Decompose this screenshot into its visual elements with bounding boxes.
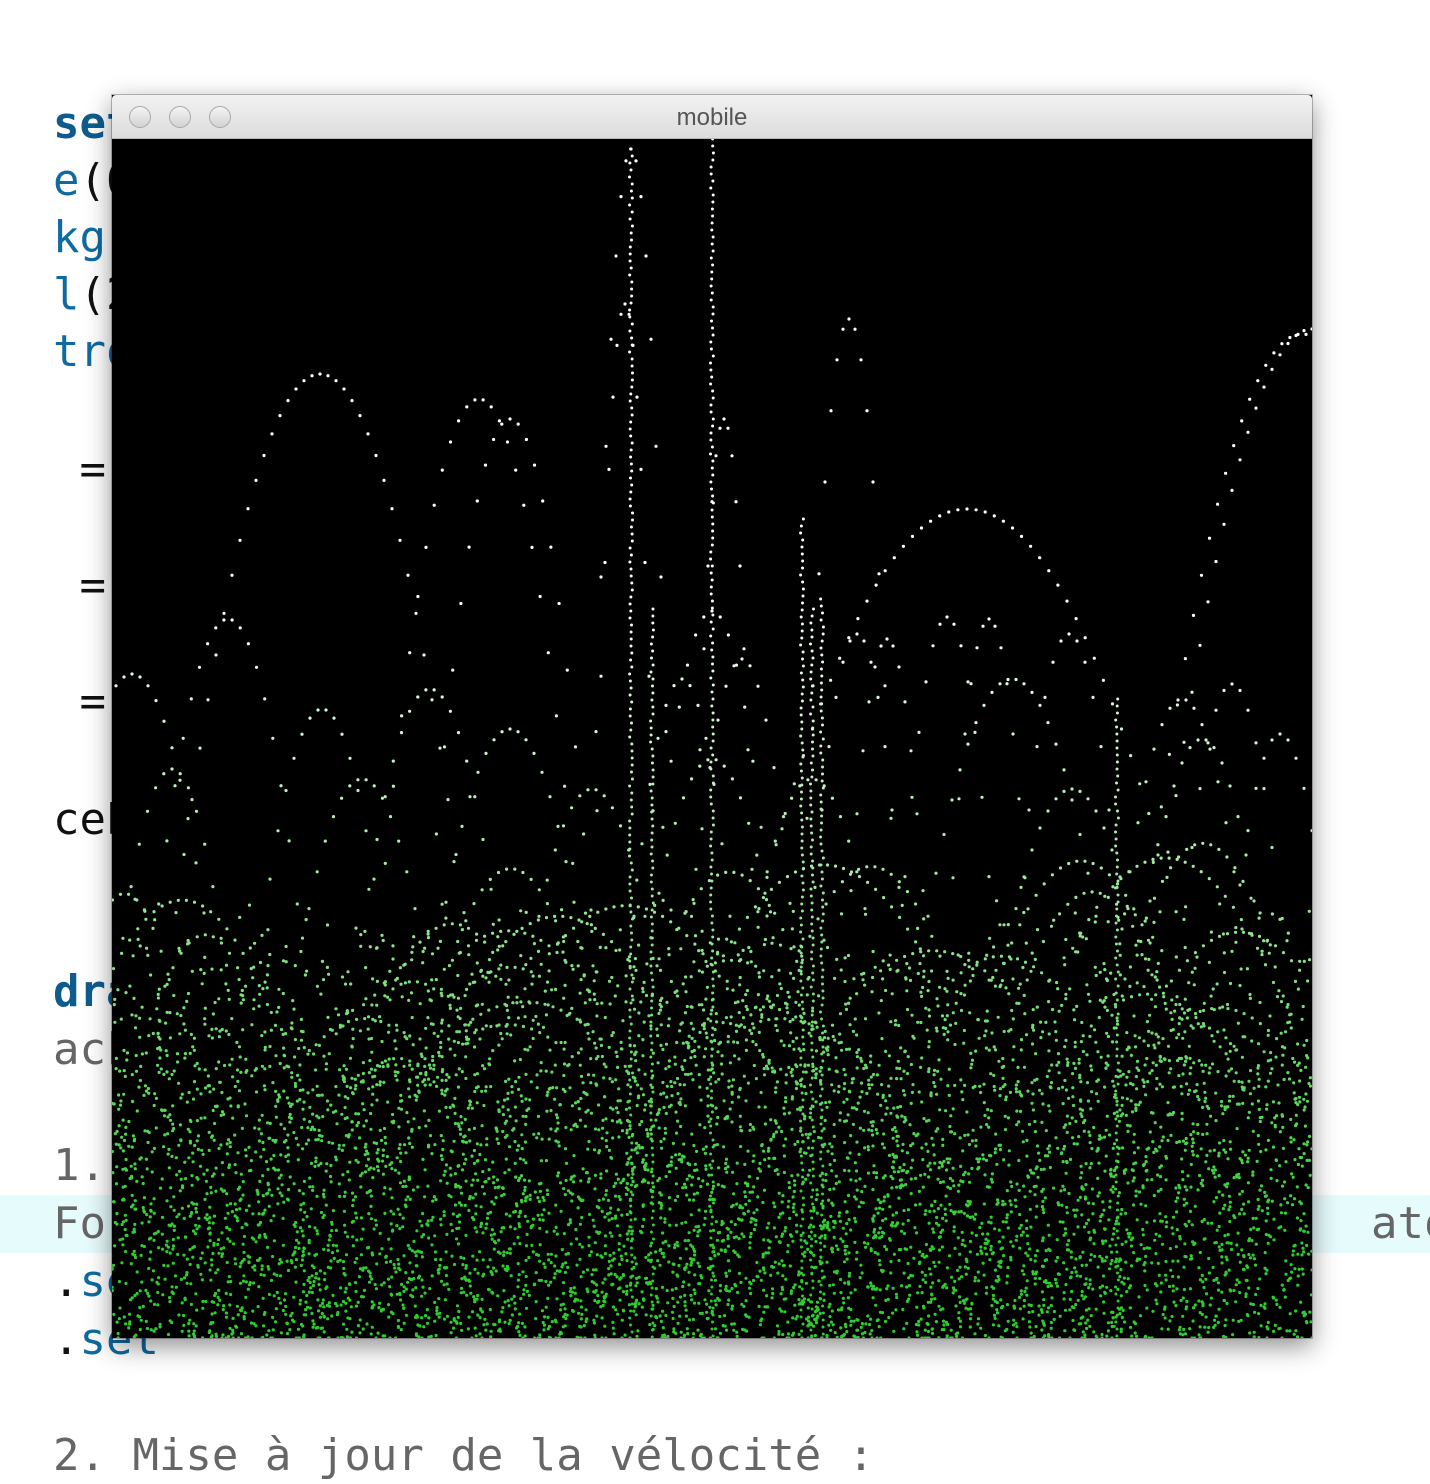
code-token: . [52, 1314, 80, 1365]
window-title: mobile [676, 104, 748, 131]
code-line-comment-force-tail[interactable]: atoi [1318, 1140, 1430, 1252]
code-token: 2. Mise à jour de la vélocité : [52, 1430, 875, 1481]
sketch-canvas[interactable] [112, 139, 1312, 1338]
window-titlebar[interactable]: mobile [112, 95, 1312, 139]
code-token: atoi [1370, 1198, 1430, 1249]
particle-field [112, 139, 1312, 1338]
sketch-window[interactable]: mobile [112, 95, 1312, 1338]
code-line-comment-2[interactable]: 2. Mise à jour de la vélocité : [0, 1372, 874, 1484]
